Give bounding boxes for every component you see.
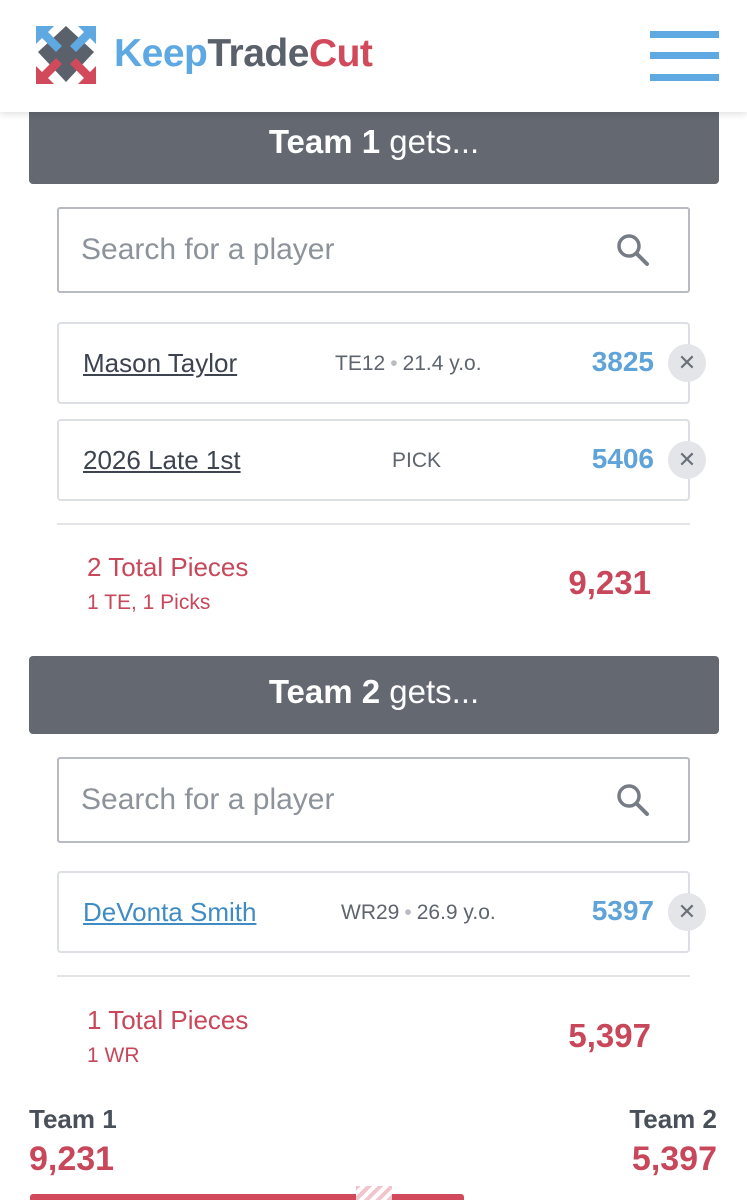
separator-dot: • <box>404 901 412 924</box>
team1-header: Team 1 gets... <box>29 106 719 184</box>
team1-total-pieces: 2 Total Pieces <box>87 552 249 582</box>
team2-asset-card: DeVonta Smith WR29 • 26.9 y.o. 5397 <box>57 871 690 953</box>
search-icon[interactable] <box>616 233 650 267</box>
team2-total-pieces: 1 Total Pieces <box>87 1005 249 1035</box>
team1-search-box[interactable] <box>57 207 690 293</box>
brand-wordmark[interactable]: KeepTradeCut <box>114 32 373 76</box>
divider <box>57 523 690 525</box>
asset-value: 5397 <box>591 895 654 926</box>
separator-dot: • <box>390 352 398 375</box>
brand-keep: Keep <box>114 32 208 75</box>
trade-balance-meter <box>30 1194 464 1200</box>
team1-total-value: 9,231 <box>568 564 651 601</box>
summary-team2-label: Team 2 <box>629 1104 717 1134</box>
remove-asset-icon[interactable]: ✕ <box>668 344 706 382</box>
team2-search-box[interactable] <box>57 757 690 843</box>
remove-asset-icon[interactable]: ✕ <box>668 441 706 479</box>
team1-breakdown: 1 TE, 1 Picks <box>87 591 211 614</box>
team2-breakdown: 1 WR <box>87 1044 140 1067</box>
team2-header: Team 2 gets... <box>29 656 719 734</box>
pick-type: PICK <box>392 449 442 472</box>
trade-balance-marker <box>356 1186 392 1200</box>
player-age: 26.9 y.o. <box>416 901 496 924</box>
keeptradecut-logo-icon[interactable] <box>32 22 100 88</box>
site-header: KeepTradeCut <box>0 0 747 112</box>
team1-gets: gets... <box>389 123 480 160</box>
summary-team1-label: Team 1 <box>29 1104 117 1134</box>
player-meta: TE12 • 21.4 y.o. <box>335 352 482 376</box>
summary-team2-value: 5,397 <box>631 1140 717 1178</box>
team2-name: Team 2 <box>268 673 381 710</box>
pick-name-link[interactable]: 2026 Late 1st <box>83 445 241 476</box>
brand-trade: Trade <box>207 32 309 75</box>
player-name-link[interactable]: Mason Taylor <box>83 348 237 379</box>
team1-asset-card: Mason Taylor TE12 • 21.4 y.o. 3825 <box>57 322 690 404</box>
summary-team1-value: 9,231 <box>29 1140 115 1178</box>
team1-asset-card: 2026 Late 1st PICK 5406 <box>57 419 690 501</box>
asset-value: 5406 <box>591 443 654 474</box>
brand-cut: Cut <box>308 32 373 75</box>
player-name-link[interactable]: DeVonta Smith <box>83 897 256 928</box>
player-age: 21.4 y.o. <box>402 352 482 375</box>
team1-search-input[interactable] <box>81 227 601 273</box>
team2-total-value: 5,397 <box>568 1017 651 1054</box>
hamburger-menu-icon[interactable] <box>650 31 719 81</box>
player-position: WR29 <box>341 901 400 924</box>
player-position: TE12 <box>335 352 386 375</box>
asset-value: 3825 <box>591 346 654 377</box>
player-meta: WR29 • 26.9 y.o. <box>341 901 496 925</box>
team1-name: Team 1 <box>268 123 381 160</box>
team2-search-input[interactable] <box>81 777 601 823</box>
search-icon[interactable] <box>616 783 650 817</box>
team2-gets: gets... <box>389 673 480 710</box>
remove-asset-icon[interactable]: ✕ <box>668 893 706 931</box>
divider <box>57 975 690 977</box>
